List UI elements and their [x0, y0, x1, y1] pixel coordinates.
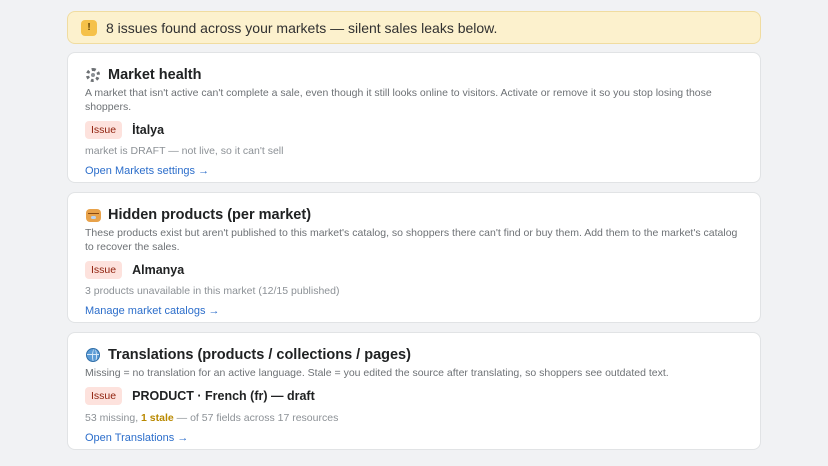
card-description: A market that isn't active can't complet…: [85, 87, 712, 113]
card-title: Market health: [85, 65, 744, 85]
card-title-text: Hidden products (per market): [108, 207, 312, 223]
card-title-text: Translations (products / collections / p…: [108, 347, 411, 363]
missing-count-text: 53 missing,: [85, 411, 139, 424]
open-markets-settings-link[interactable]: Open Markets settings →: [85, 165, 209, 177]
issue-name: Almanya: [132, 262, 185, 277]
open-translations-link[interactable]: Open Translations →: [85, 432, 188, 444]
globe-icon: [85, 347, 101, 363]
issue-row: Issue PRODUCT · French (fr) — draft: [85, 387, 744, 406]
page: ! 8 issues found across your markets — s…: [0, 0, 828, 466]
fields-summary-text: — of 57 fields across 17 resources: [176, 411, 339, 424]
issue-badge: Issue: [85, 260, 123, 279]
card-title: Translations (products / collections / p…: [85, 345, 744, 365]
issue-detail: market is DRAFT — not live, so it can't …: [85, 145, 284, 157]
issue-badge: Issue: [85, 387, 123, 405]
gear-icon: [85, 67, 101, 83]
card-title-text: Market health: [108, 67, 202, 83]
card-title: Hidden products (per market): [85, 205, 744, 225]
issue-badge: Issue: [85, 120, 123, 139]
package-icon: [85, 207, 101, 223]
issue-name: İtalya: [132, 122, 165, 137]
market-health-card: Market health A market that isn't active…: [67, 52, 761, 183]
stale-count-text: 1 stale: [141, 411, 174, 424]
issue-row: Issue İtalya: [85, 120, 744, 139]
issue-name: PRODUCT · French (fr) — draft: [132, 389, 315, 403]
manage-market-catalogs-link[interactable]: Manage market catalogs →: [85, 305, 220, 317]
hidden-products-card: Hidden products (per market) These produ…: [67, 192, 761, 323]
issues-banner: ! 8 issues found across your markets — s…: [67, 11, 761, 44]
warning-icon: !: [81, 19, 97, 36]
card-description: These products exist but aren't publishe…: [85, 227, 738, 253]
issue-detail: 53 missing, 1 stale — of 57 fields acros…: [85, 412, 744, 426]
issue-row: Issue Almanya: [85, 260, 744, 279]
banner-text: 8 issues found across your markets — sil…: [106, 19, 498, 36]
translations-card: Translations (products / collections / p…: [67, 332, 761, 450]
card-description: Missing = no translation for an active l…: [85, 367, 669, 379]
issue-detail: 3 products unavailable in this market (1…: [85, 285, 340, 297]
